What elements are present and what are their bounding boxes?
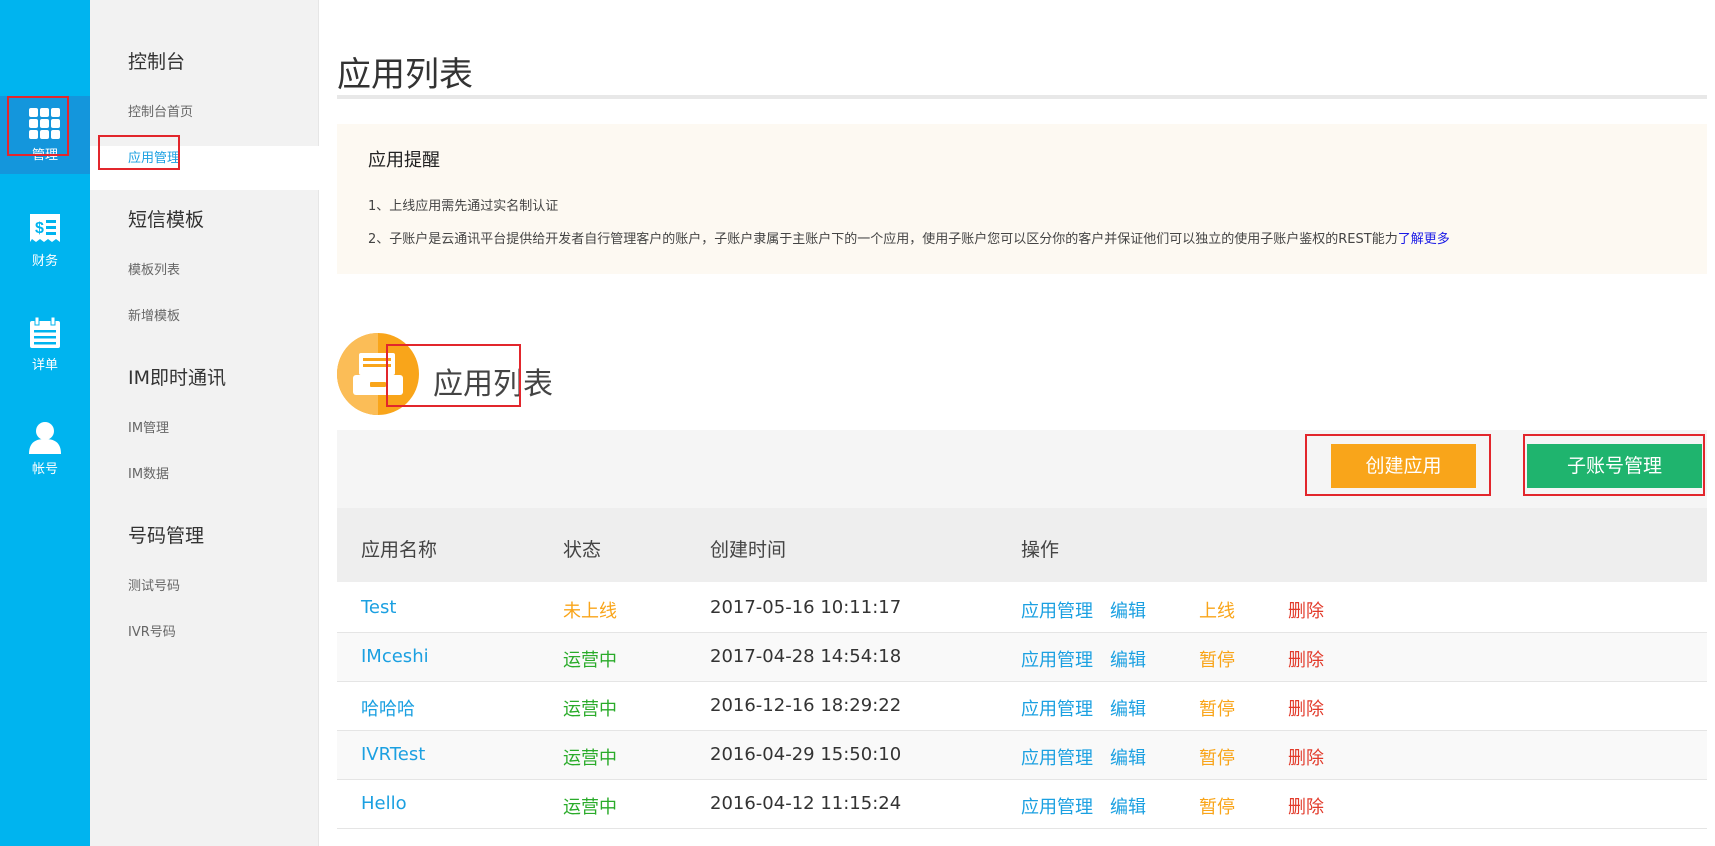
- app-name-link[interactable]: IVRTest: [361, 744, 425, 765]
- group-title-im: IM即时通讯: [128, 367, 226, 389]
- table-row: Test 未上线 2017-05-16 10:11:17 应用管理 编辑 上线 …: [337, 584, 1707, 633]
- edit-link[interactable]: 编辑: [1110, 597, 1146, 623]
- notice-line-container: 2、子账户是云通讯平台提供给开发者自行管理客户的账户，子账户隶属于主账户下的一个…: [368, 228, 1450, 247]
- notice-panel: 应用提醒 1、上线应用需先通过实名制认证 2、子账户是云通讯平台提供给开发者自行…: [337, 124, 1707, 274]
- delete-link[interactable]: 删除: [1288, 646, 1324, 672]
- delete-link[interactable]: 删除: [1288, 695, 1324, 721]
- sidebar-item-im-management[interactable]: IM管理: [128, 417, 169, 436]
- main-content: 应用列表 应用提醒 1、上线应用需先通过实名制认证 2、子账户是云通讯平台提供给…: [337, 0, 1707, 846]
- notice-line: 1、上线应用需先通过实名制认证: [368, 199, 559, 214]
- app-name-link[interactable]: 哈哈哈: [361, 695, 415, 721]
- table-row: IVRTest 运营中 2016-04-29 15:50:10 应用管理 编辑 …: [337, 731, 1707, 780]
- finance-icon: $: [30, 214, 60, 242]
- column-header-actions: 操作: [1021, 539, 1060, 561]
- group-title-sms-template: 短信模板: [128, 209, 205, 231]
- column-header-status: 状态: [563, 539, 602, 561]
- column-header-created: 创建时间: [710, 539, 787, 561]
- svg-text:$: $: [35, 220, 44, 237]
- create-app-button[interactable]: 创建应用: [1331, 444, 1476, 488]
- sidebar-item-ivr-number[interactable]: IVR号码: [128, 621, 176, 640]
- edit-link[interactable]: 编辑: [1110, 744, 1146, 770]
- edit-link[interactable]: 编辑: [1110, 646, 1146, 672]
- notice-title: 应用提醒: [368, 150, 440, 171]
- subaccount-management-button[interactable]: 子账号管理: [1527, 444, 1702, 488]
- delete-link[interactable]: 删除: [1288, 744, 1324, 770]
- table-row: IMceshi 运营中 2017-04-28 14:54:18 应用管理 编辑 …: [337, 633, 1707, 682]
- edit-link[interactable]: 编辑: [1110, 695, 1146, 721]
- pause-link[interactable]: 暂停: [1199, 744, 1235, 770]
- group-title-number-management: 号码管理: [128, 525, 205, 547]
- status-text: 运营中: [563, 797, 617, 818]
- created-time: 2016-04-29 15:50:10: [710, 744, 902, 765]
- app-name-link[interactable]: Test: [361, 597, 396, 618]
- edit-link[interactable]: 编辑: [1110, 793, 1146, 819]
- pause-link[interactable]: 暂停: [1199, 695, 1235, 721]
- rail-label-account: 帐号: [31, 462, 58, 477]
- app-list-heading: 应用列表: [433, 367, 553, 402]
- app-name-link[interactable]: IMceshi: [361, 646, 429, 667]
- notice-line: 2、子账户是云通讯平台提供给开发者自行管理客户的账户，子账户隶属于主账户下的一个…: [368, 232, 1398, 247]
- sidebar-item-new-template[interactable]: 新增模板: [128, 305, 180, 324]
- grid-icon: [29, 108, 60, 139]
- created-time: 2016-04-12 11:15:24: [710, 793, 902, 814]
- app-manage-link[interactable]: 应用管理: [1021, 695, 1093, 721]
- sidebar-item-console-home[interactable]: 控制台首页: [128, 101, 193, 120]
- delete-link[interactable]: 删除: [1288, 793, 1324, 819]
- active-item-background: [90, 146, 319, 190]
- pause-link[interactable]: 暂停: [1199, 646, 1235, 672]
- learn-more-link[interactable]: 了解更多: [1398, 232, 1450, 247]
- title-divider: [337, 95, 1707, 99]
- pause-link[interactable]: 暂停: [1199, 793, 1235, 819]
- calendar-icon: [30, 316, 60, 348]
- rail-label-detail: 详单: [31, 358, 58, 373]
- table-row: Hello 运营中 2016-04-12 11:15:24 应用管理 编辑 暂停…: [337, 780, 1707, 829]
- app-manage-link[interactable]: 应用管理: [1021, 793, 1093, 819]
- sidebar-item-app-management[interactable]: 应用管理: [128, 147, 180, 166]
- rail-item-account[interactable]: 帐号: [0, 420, 90, 490]
- app-manage-link[interactable]: 应用管理: [1021, 597, 1093, 623]
- rail-item-finance[interactable]: $ 财务: [0, 212, 90, 282]
- app-list-icon: [337, 333, 419, 415]
- table-header: 应用名称 状态 创建时间 操作: [337, 508, 1707, 582]
- status-text: 未上线: [563, 601, 617, 622]
- app-manage-link[interactable]: 应用管理: [1021, 744, 1093, 770]
- go-online-link[interactable]: 上线: [1199, 597, 1235, 623]
- sidebar-item-im-data[interactable]: IM数据: [128, 463, 169, 482]
- status-text: 运营中: [563, 650, 617, 671]
- created-time: 2017-04-28 14:54:18: [710, 646, 902, 667]
- table-row: 哈哈哈 运营中 2016-12-16 18:29:22 应用管理 编辑 暂停 删…: [337, 682, 1707, 731]
- user-icon: [29, 422, 61, 454]
- table-toolbar: 创建应用 子账号管理: [337, 430, 1707, 508]
- secondary-sidebar: 控制台 控制台首页 应用管理 短信模板 模板列表 新增模板 IM即时通讯 IM管…: [90, 0, 319, 846]
- app-manage-link[interactable]: 应用管理: [1021, 646, 1093, 672]
- group-title-console: 控制台: [128, 51, 186, 73]
- app-name-link[interactable]: Hello: [361, 793, 407, 814]
- rail-label-finance: 财务: [31, 254, 58, 269]
- status-text: 运营中: [563, 699, 617, 720]
- status-text: 运营中: [563, 748, 617, 769]
- column-header-name: 应用名称: [361, 539, 438, 561]
- created-time: 2016-12-16 18:29:22: [710, 695, 902, 716]
- sidebar-item-test-number[interactable]: 测试号码: [128, 575, 180, 594]
- page-title: 应用列表: [337, 55, 473, 95]
- icon-rail: 管理 $ 财务 详单 帐号: [0, 0, 90, 846]
- rail-item-detail[interactable]: 详单: [0, 316, 90, 386]
- created-time: 2017-05-16 10:11:17: [710, 597, 902, 618]
- rail-label-manage: 管理: [31, 148, 58, 163]
- sidebar-item-template-list[interactable]: 模板列表: [128, 259, 180, 278]
- delete-link[interactable]: 删除: [1288, 597, 1324, 623]
- rail-item-manage[interactable]: 管理: [0, 96, 90, 174]
